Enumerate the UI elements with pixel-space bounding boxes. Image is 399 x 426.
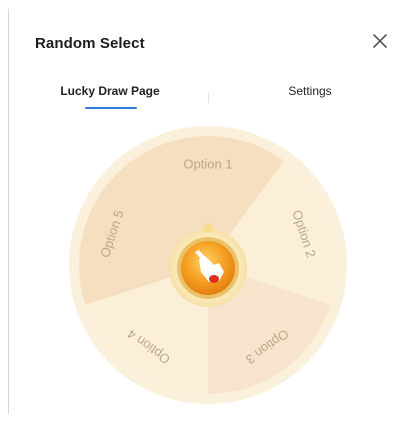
wheel-area: Option 1 Option 2 Option 3 Option 4 Option 5 [0, 0, 399, 421]
wheel-option-label-1: Option 1 [183, 156, 232, 171]
lucky-wheel[interactable]: Option 1Option 2Option 3Option 4Option 5 [0, 0, 399, 421]
bottom-strip [8, 414, 397, 421]
